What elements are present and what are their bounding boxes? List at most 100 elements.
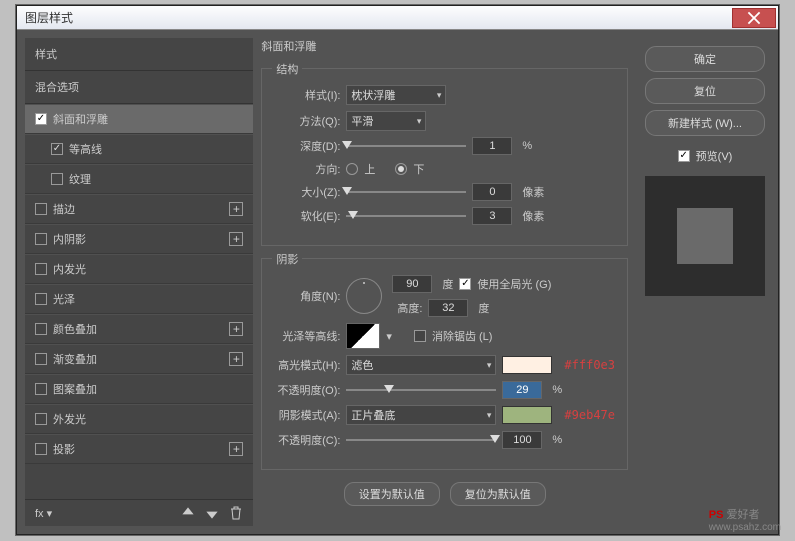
checkbox[interactable]: [35, 263, 47, 275]
method-label: 方法(Q):: [274, 113, 340, 129]
checkbox[interactable]: [35, 323, 47, 335]
make-default-button[interactable]: 设置为默认值: [344, 482, 440, 506]
close-icon: [747, 11, 761, 25]
chevron-down-icon: ▾: [437, 90, 442, 101]
sidebar-item-outer-glow[interactable]: 外发光: [25, 404, 253, 434]
preview-box: [645, 176, 765, 296]
structure-group: 结构 样式(I): 枕状浮雕▾ 方法(Q): 平滑▾ 深度(D): %: [261, 68, 628, 246]
slider-thumb[interactable]: [342, 141, 352, 149]
shadow-opacity-input[interactable]: [502, 431, 542, 449]
add-icon[interactable]: +: [229, 232, 243, 246]
style-select[interactable]: 枕状浮雕▾: [346, 85, 446, 105]
checkbox[interactable]: [51, 143, 63, 155]
gloss-contour-label: 光泽等高线:: [274, 328, 340, 344]
close-button[interactable]: [732, 8, 776, 28]
soften-input[interactable]: [472, 207, 512, 225]
sidebar-item-label: 外发光: [53, 411, 86, 427]
add-icon[interactable]: +: [229, 202, 243, 216]
preview-checkbox[interactable]: [678, 150, 690, 162]
direction-down-radio[interactable]: [395, 163, 407, 175]
shadow-color-swatch[interactable]: [502, 406, 552, 424]
gloss-contour-picker[interactable]: [346, 323, 380, 349]
depth-slider[interactable]: [346, 145, 466, 147]
soften-slider[interactable]: [346, 215, 466, 217]
highlight-opacity-input[interactable]: [502, 381, 542, 399]
sidebar-item-label: 颜色叠加: [53, 321, 97, 337]
new-style-button[interactable]: 新建样式 (W)...: [645, 110, 765, 136]
sidebar-item-gradient-overlay[interactable]: 渐变叠加 +: [25, 344, 253, 374]
checkbox[interactable]: [35, 233, 47, 245]
ok-button[interactable]: 确定: [645, 46, 765, 72]
checkbox[interactable]: [35, 443, 47, 455]
highlight-opacity-label: 不透明度(O):: [274, 382, 340, 398]
sidebar-item-drop-shadow[interactable]: 投影 +: [25, 434, 253, 464]
slider-thumb[interactable]: [342, 187, 352, 195]
size-input[interactable]: [472, 183, 512, 201]
size-label: 大小(Z):: [274, 184, 340, 200]
chevron-down-icon[interactable]: ▾: [386, 330, 392, 343]
shadow-hex-note: #9eb47e: [564, 408, 615, 422]
preview-label: 预览(V): [696, 148, 733, 164]
shading-group: 阴影 角度(N): 度 使用全局光 (G) 高: [261, 258, 628, 470]
slider-thumb[interactable]: [384, 385, 394, 393]
slider-thumb[interactable]: [348, 211, 358, 219]
sidebar-item-label: 投影: [53, 441, 75, 457]
sidebar-item-pattern-overlay[interactable]: 图案叠加: [25, 374, 253, 404]
add-icon[interactable]: +: [229, 352, 243, 366]
cancel-button[interactable]: 复位: [645, 78, 765, 104]
checkbox[interactable]: [35, 383, 47, 395]
settings-panel: 斜面和浮雕 结构 样式(I): 枕状浮雕▾ 方法(Q): 平滑▾ 深度(D):: [261, 38, 632, 526]
sidebar-item-contour[interactable]: 等高线: [25, 134, 253, 164]
add-icon[interactable]: +: [229, 322, 243, 336]
antialias-checkbox[interactable]: [414, 330, 426, 342]
direction-up-radio[interactable]: [346, 163, 358, 175]
highlight-mode-select[interactable]: 滤色▾: [346, 355, 496, 375]
sidebar-item-label: 等高线: [69, 141, 102, 157]
shadow-mode-select[interactable]: 正片叠底▾: [346, 405, 496, 425]
sidebar-item-label: 光泽: [53, 291, 75, 307]
unit-label: %: [522, 140, 532, 152]
checkbox[interactable]: [35, 353, 47, 365]
sidebar-header-styles[interactable]: 样式: [25, 38, 253, 71]
shadow-opacity-slider[interactable]: [346, 439, 496, 441]
checkbox[interactable]: [35, 113, 47, 125]
reset-default-button[interactable]: 复位为默认值: [450, 482, 546, 506]
soften-label: 软化(E):: [274, 208, 340, 224]
angle-dial[interactable]: [346, 278, 382, 314]
sidebar-item-color-overlay[interactable]: 颜色叠加 +: [25, 314, 253, 344]
fx-menu[interactable]: fx ▾: [35, 507, 52, 520]
sidebar-item-inner-glow[interactable]: 内发光: [25, 254, 253, 284]
checkbox[interactable]: [35, 293, 47, 305]
chevron-down-icon: ▾: [417, 116, 422, 127]
sidebar-item-satin[interactable]: 光泽: [25, 284, 253, 314]
global-light-checkbox[interactable]: [459, 278, 471, 290]
arrow-up-icon[interactable]: [181, 506, 195, 520]
altitude-input[interactable]: [428, 299, 468, 317]
sidebar-item-stroke[interactable]: 描边 +: [25, 194, 253, 224]
slider-thumb[interactable]: [490, 435, 500, 443]
sidebar-header-blend[interactable]: 混合选项: [25, 71, 253, 104]
unit-label: 像素: [522, 208, 544, 224]
angle-input[interactable]: [392, 275, 432, 293]
method-select[interactable]: 平滑▾: [346, 111, 426, 131]
checkbox[interactable]: [51, 173, 63, 185]
sidebar-item-texture[interactable]: 纹理: [25, 164, 253, 194]
highlight-hex-note: #fff0e3: [564, 358, 615, 372]
sidebar-item-inner-shadow[interactable]: 内阴影 +: [25, 224, 253, 254]
add-icon[interactable]: +: [229, 442, 243, 456]
highlight-opacity-slider[interactable]: [346, 389, 496, 391]
size-slider[interactable]: [346, 191, 466, 193]
sidebar-item-bevel[interactable]: 斜面和浮雕: [25, 104, 253, 134]
window-title: 图层样式: [17, 9, 73, 26]
checkbox[interactable]: [35, 203, 47, 215]
sidebar-item-label: 内发光: [53, 261, 86, 277]
trash-icon[interactable]: [229, 506, 243, 520]
chevron-down-icon: ▾: [487, 410, 492, 421]
arrow-down-icon[interactable]: [205, 506, 219, 520]
depth-input[interactable]: [472, 137, 512, 155]
watermark: PS 爱好者 www.psahz.com: [709, 506, 781, 533]
highlight-color-swatch[interactable]: [502, 356, 552, 374]
chevron-down-icon: ▾: [487, 360, 492, 371]
sidebar-item-label: 图案叠加: [53, 381, 97, 397]
checkbox[interactable]: [35, 413, 47, 425]
